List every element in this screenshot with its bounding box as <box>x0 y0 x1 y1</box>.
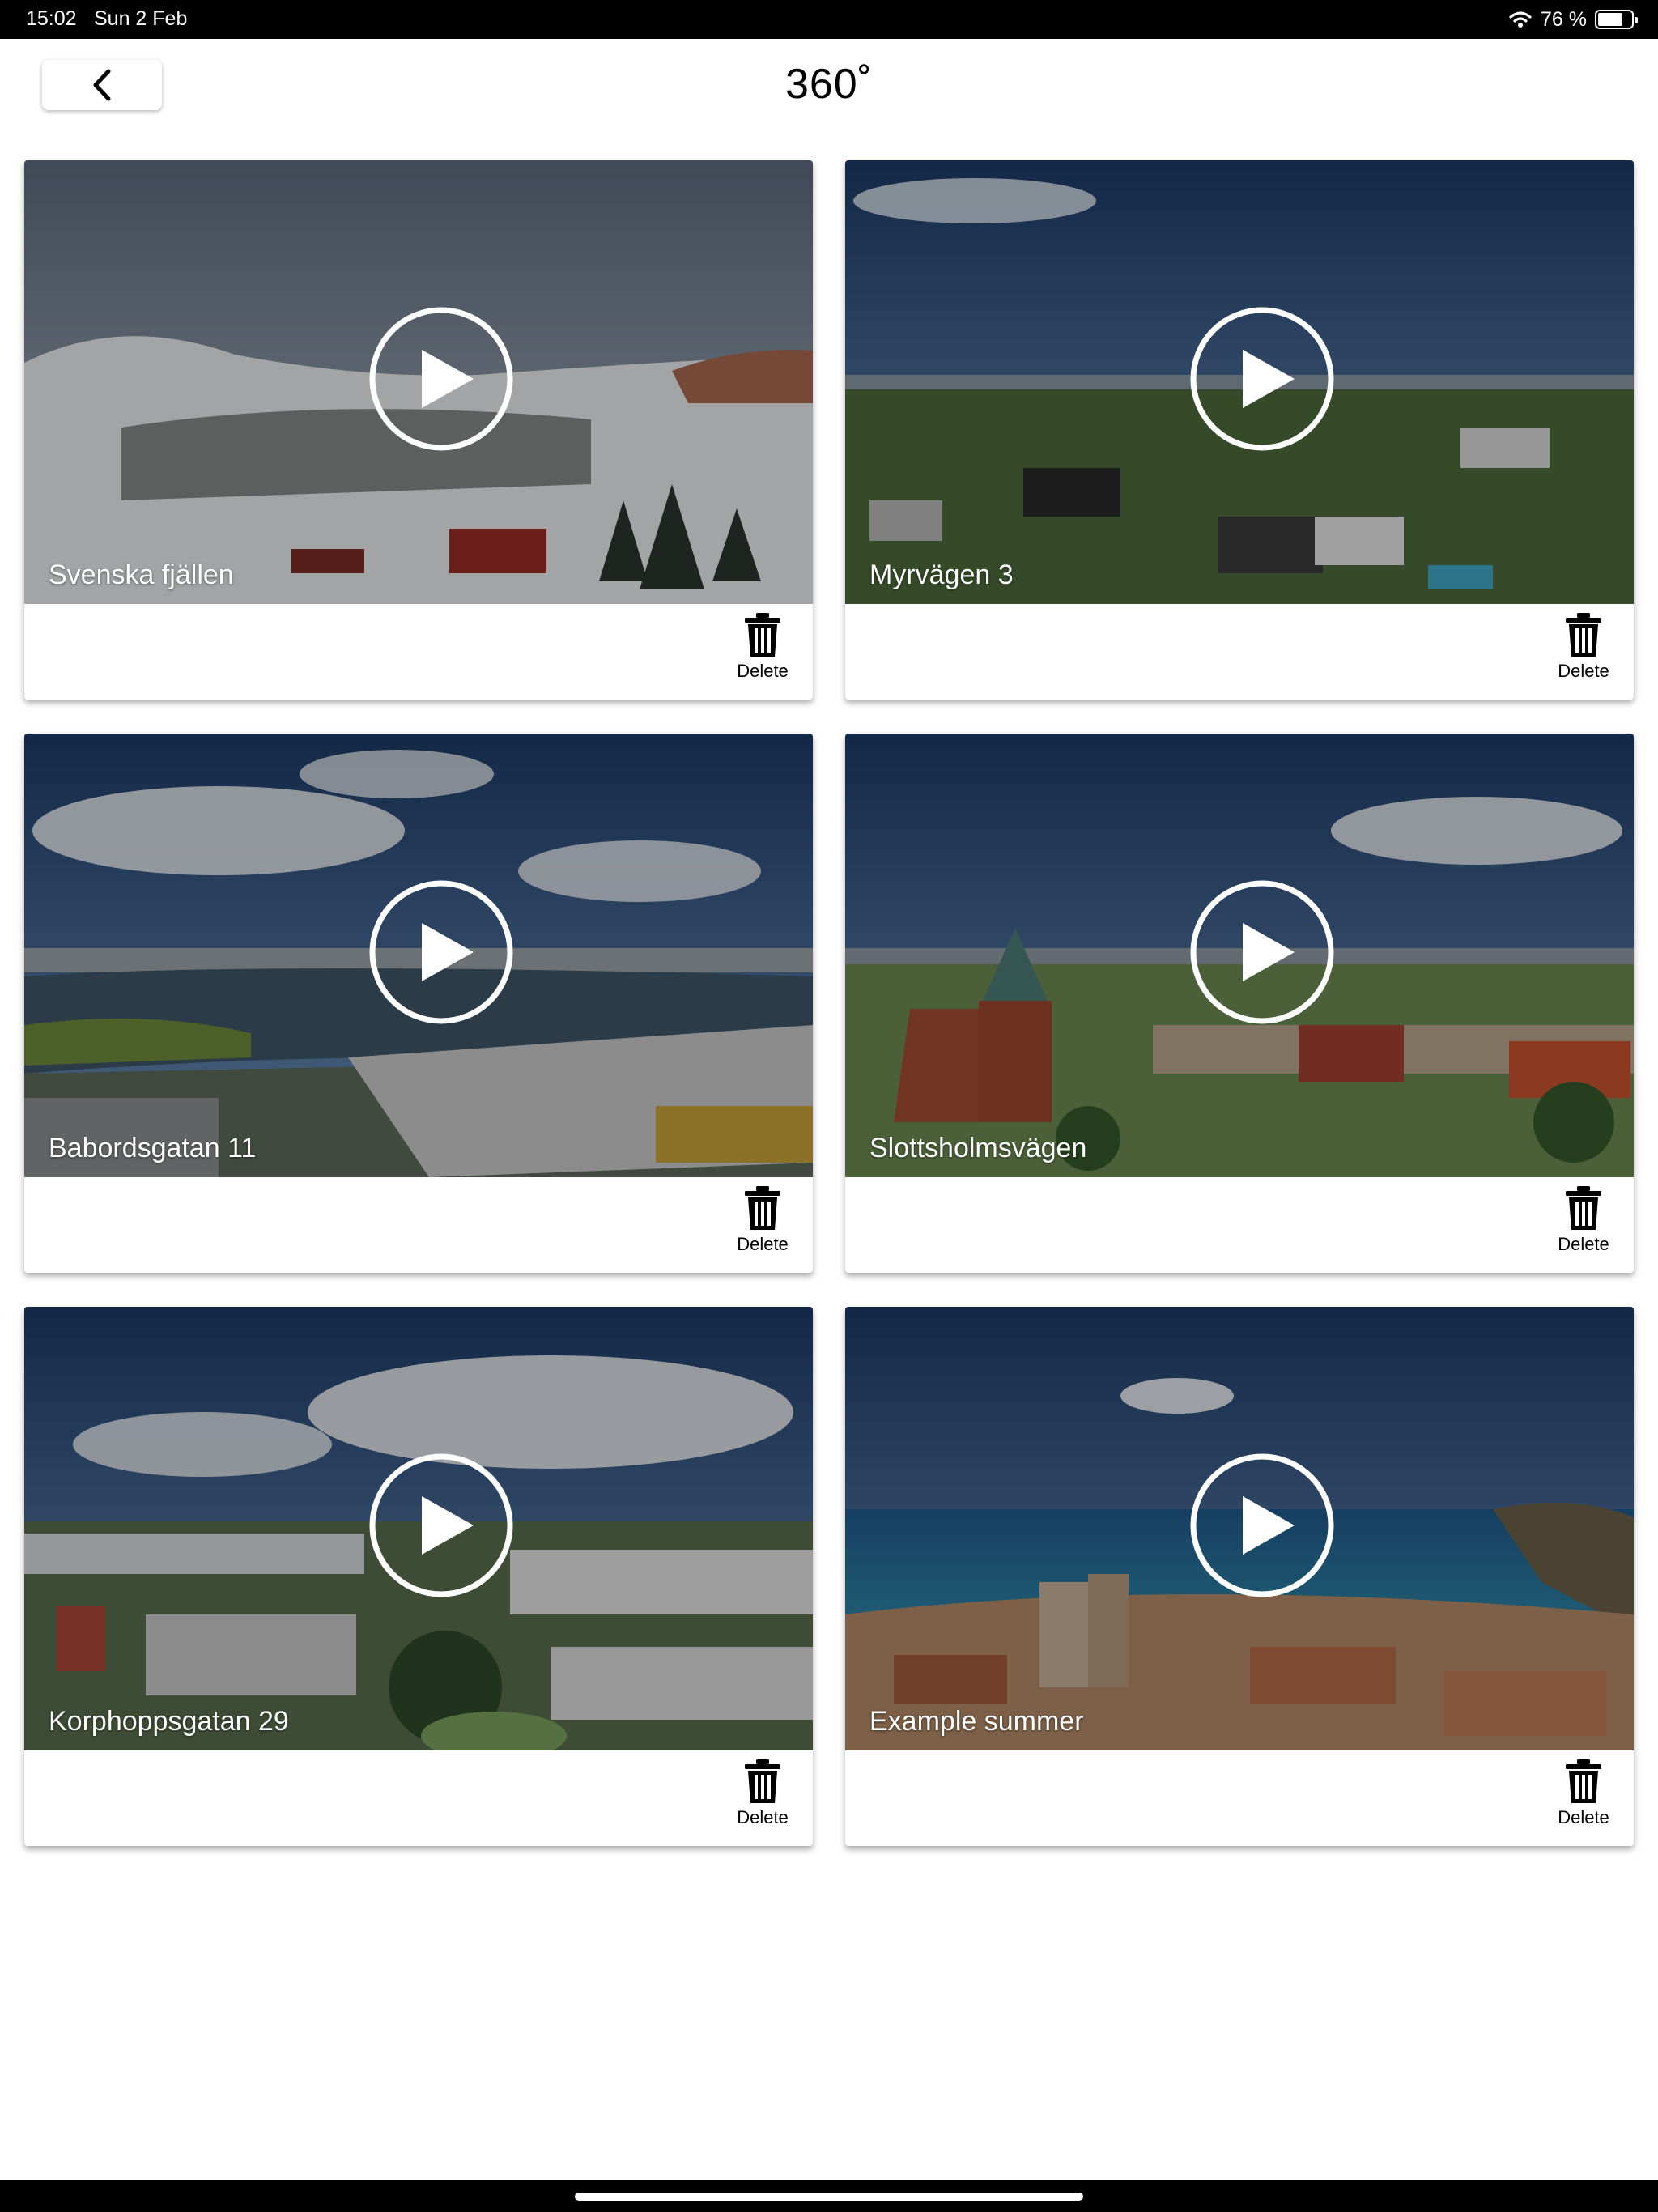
trash-icon <box>745 1186 780 1230</box>
delete-button[interactable]: Delete <box>730 1185 795 1263</box>
video-card: Example summer Delete <box>845 1307 1634 1846</box>
play-circle-icon <box>1190 307 1334 451</box>
video-thumbnail[interactable]: Babordsgatan 11 <box>24 734 813 1177</box>
video-thumbnail[interactable]: Example summer <box>845 1307 1634 1750</box>
delete-button[interactable]: Delete <box>1551 1185 1616 1263</box>
status-right: 76 % <box>1508 6 1638 32</box>
video-title: Example summer <box>869 1706 1084 1737</box>
video-card: Babordsgatan 11 Delete <box>24 734 813 1273</box>
video-thumbnail[interactable]: Myrvägen 3 <box>845 160 1634 604</box>
delete-button[interactable]: Delete <box>1551 1759 1616 1836</box>
play-circle-icon <box>1190 1453 1334 1597</box>
video-thumbnail[interactable]: Korphoppsgatan 29 <box>24 1307 813 1750</box>
delete-button[interactable]: Delete <box>730 1759 795 1836</box>
battery-icon <box>1595 10 1638 29</box>
play-circle-icon <box>369 307 513 451</box>
video-thumbnail[interactable]: Svenska fjällen <box>24 160 813 604</box>
delete-label: Delete <box>1558 1807 1609 1827</box>
trash-icon <box>745 613 780 657</box>
delete-label: Delete <box>1558 661 1609 681</box>
wifi-icon <box>1509 11 1532 28</box>
video-title: Slottsholmsvägen <box>869 1133 1087 1163</box>
trash-icon <box>1566 1186 1601 1230</box>
home-indicator[interactable] <box>575 2193 1083 2201</box>
status-date: Sun 2 Feb <box>94 7 188 30</box>
video-card: Myrvägen 3 Delete <box>845 160 1634 700</box>
trash-icon <box>1566 1759 1601 1803</box>
delete-button[interactable]: Delete <box>730 612 795 690</box>
video-card: Slottsholmsvägen Delete <box>845 734 1634 1273</box>
page-title: 360˚ <box>784 61 874 108</box>
trash-icon <box>745 1759 780 1803</box>
status-time: 15:02 <box>26 7 77 30</box>
delete-label: Delete <box>1558 1234 1609 1254</box>
status-bar: 15:02 Sun 2 Feb 76 % <box>0 0 1658 39</box>
delete-label: Delete <box>737 1234 789 1254</box>
video-title: Korphoppsgatan 29 <box>49 1706 289 1737</box>
trash-icon <box>1566 613 1601 657</box>
video-card: Korphoppsgatan 29 Delete <box>24 1307 813 1846</box>
video-title: Myrvägen 3 <box>869 559 1014 590</box>
delete-label: Delete <box>737 661 789 681</box>
video-thumbnail[interactable]: Slottsholmsvägen <box>845 734 1634 1177</box>
video-title: Svenska fjällen <box>49 559 234 590</box>
play-circle-icon <box>369 880 513 1024</box>
delete-button[interactable]: Delete <box>1551 612 1616 690</box>
video-title: Babordsgatan 11 <box>49 1133 257 1163</box>
video-card: Svenska fjällen Delete <box>24 160 813 700</box>
play-circle-icon <box>1190 880 1334 1024</box>
delete-label: Delete <box>737 1807 789 1827</box>
battery-percent: 76 % <box>1541 7 1587 31</box>
play-circle-icon <box>369 1453 513 1597</box>
